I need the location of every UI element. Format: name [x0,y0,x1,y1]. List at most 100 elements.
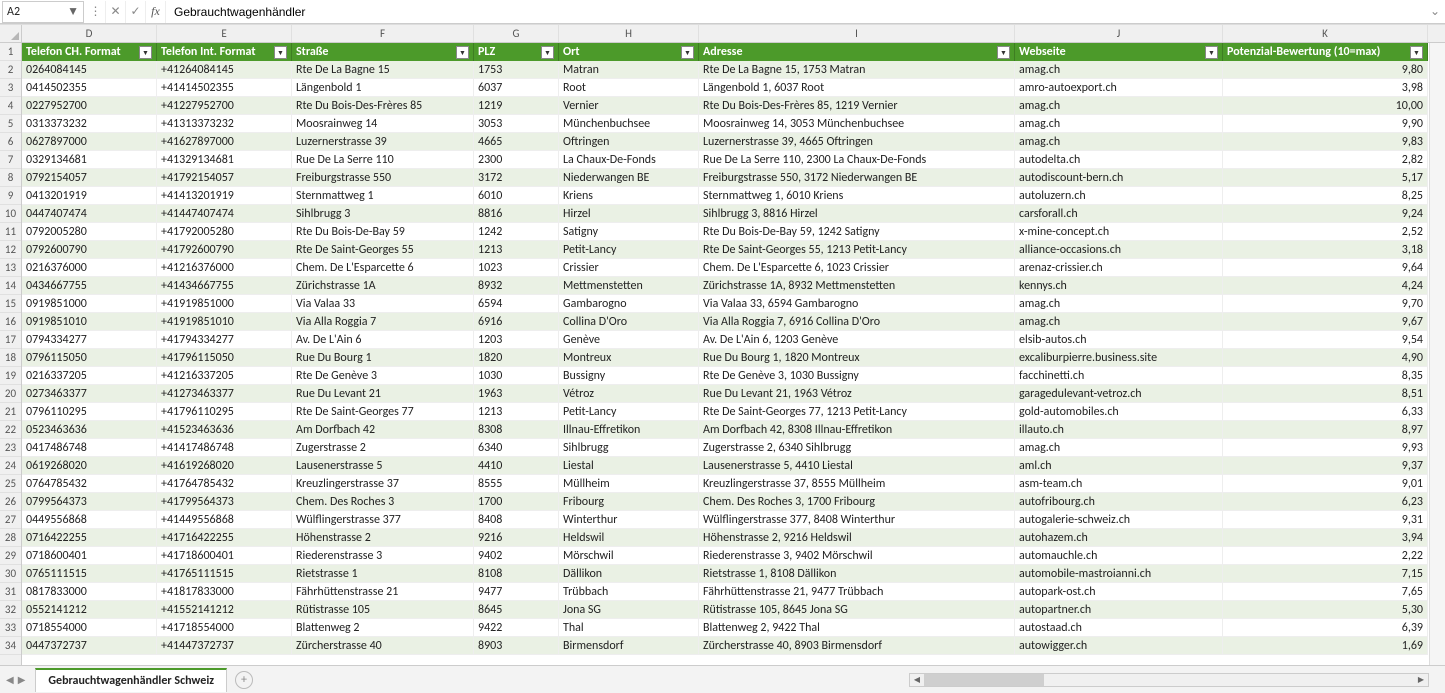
cell[interactable]: +41216376000 [157,259,292,277]
cell[interactable]: 6,33 [1223,403,1428,421]
cell[interactable]: Collina D'Oro [559,313,699,331]
scroll-left-icon[interactable]: ◀ [910,674,924,686]
cell[interactable]: Montreux [559,349,699,367]
cell[interactable]: 0794334277 [22,331,157,349]
cell[interactable]: 4,24 [1223,277,1428,295]
cell[interactable]: Av. De L'Ain 6 [292,331,474,349]
cell[interactable]: Fährhüttenstrasse 21, 9477 Trübbach [699,583,1015,601]
cell[interactable]: 1023 [474,259,559,277]
cell[interactable]: 8,51 [1223,385,1428,403]
cell[interactable]: Rte De Saint-Georges 77 [292,403,474,421]
cell[interactable]: 6,39 [1223,619,1428,637]
cell[interactable]: +41718554000 [157,619,292,637]
cell[interactable]: 2,52 [1223,223,1428,241]
filter-dropdown-icon[interactable]: ▼ [139,46,152,59]
cell[interactable]: Rte De Saint-Georges 55, 1213 Petit-Lanc… [699,241,1015,259]
cell[interactable]: Via Valaa 33, 6594 Gambarogno [699,295,1015,313]
cell[interactable]: +41313373232 [157,115,292,133]
row-header-4[interactable]: 4 [0,97,21,115]
cell[interactable]: Rte De Saint-Georges 77, 1213 Petit-Lanc… [699,403,1015,421]
row-header-29[interactable]: 29 [0,547,21,565]
row-header-2[interactable]: 2 [0,61,21,79]
cell[interactable]: +41447407474 [157,205,292,223]
cell[interactable]: automauchle.ch [1015,547,1223,565]
cell[interactable]: 3,94 [1223,529,1428,547]
cell[interactable]: Münchenbuchsee [559,115,699,133]
cell[interactable]: amro-autoexport.ch [1015,79,1223,97]
cell[interactable]: 0264084145 [22,61,157,79]
cell[interactable]: Vétroz [559,385,699,403]
row-header-20[interactable]: 20 [0,385,21,403]
cell[interactable]: 7,15 [1223,565,1428,583]
cell[interactable]: 1213 [474,403,559,421]
cell[interactable]: Rue Du Levant 21, 1963 Vétroz [699,385,1015,403]
cell[interactable]: 1242 [474,223,559,241]
column-header-G[interactable]: G [474,25,559,42]
cell[interactable]: +41792600790 [157,241,292,259]
cell[interactable]: 8816 [474,205,559,223]
cell[interactable]: +41796115050 [157,349,292,367]
column-header-J[interactable]: J [1015,25,1223,42]
cell[interactable]: Wülflingerstrasse 377 [292,511,474,529]
cell[interactable]: autodelta.ch [1015,151,1223,169]
cell[interactable]: Moosrainweg 14 [292,115,474,133]
cell[interactable]: Rte Du Bois-Des-Frères 85, 1219 Vernier [699,97,1015,115]
cell[interactable]: 9477 [474,583,559,601]
cell[interactable]: 1213 [474,241,559,259]
column-header-cell[interactable]: Telefon CH. Format▼ [22,43,157,61]
column-header-cell[interactable]: Adresse▼ [699,43,1015,61]
row-header-30[interactable]: 30 [0,565,21,583]
cell[interactable]: 6340 [474,439,559,457]
cell[interactable]: amag.ch [1015,97,1223,115]
cell[interactable]: 8645 [474,601,559,619]
cell[interactable]: 8555 [474,475,559,493]
row-header-27[interactable]: 27 [0,511,21,529]
cell[interactable]: amag.ch [1015,115,1223,133]
cell[interactable]: 1820 [474,349,559,367]
cell[interactable]: Kreuzlingerstrasse 37 [292,475,474,493]
cell[interactable]: Rte Du Bois-De-Bay 59 [292,223,474,241]
cell[interactable]: Trübbach [559,583,699,601]
cell[interactable]: 9,24 [1223,205,1428,223]
column-header-K[interactable]: K [1223,25,1428,42]
row-header-15[interactable]: 15 [0,295,21,313]
cell[interactable]: +41227952700 [157,97,292,115]
select-all-corner[interactable] [0,25,22,43]
cell[interactable]: 0792600790 [22,241,157,259]
cell[interactable]: Sihlbrugg 3 [292,205,474,223]
cell[interactable]: Rte De Genève 3, 1030 Bussigny [699,367,1015,385]
cell[interactable]: 6594 [474,295,559,313]
cell[interactable]: Riederenstrasse 3 [292,547,474,565]
cell[interactable]: Luzernerstrasse 39, 4665 Oftringen [699,133,1015,151]
cell[interactable]: Jona SG [559,601,699,619]
cell[interactable]: Via Alla Roggia 7, 6916 Collina D'Oro [699,313,1015,331]
cell[interactable]: Sternmattweg 1, 6010 Kriens [699,187,1015,205]
filter-dropdown-icon[interactable]: ▼ [997,46,1010,59]
cell[interactable]: amag.ch [1015,313,1223,331]
cell[interactable]: +41919851000 [157,295,292,313]
cell[interactable]: Crissier [559,259,699,277]
cell[interactable]: Freiburgstrasse 550, 3172 Niederwangen B… [699,169,1015,187]
cell[interactable]: +41718600401 [157,547,292,565]
cell[interactable]: amag.ch [1015,61,1223,79]
cell[interactable]: 0447372737 [22,637,157,655]
cell[interactable]: Zürcherstrasse 40 [292,637,474,655]
column-header-cell[interactable]: Telefon Int. Format▼ [157,43,292,61]
column-header-D[interactable]: D [22,25,157,42]
cell[interactable]: 9422 [474,619,559,637]
row-header-10[interactable]: 10 [0,205,21,223]
cell[interactable]: carsforall.ch [1015,205,1223,223]
cell[interactable]: 0796115050 [22,349,157,367]
cell[interactable]: Lausenerstrasse 5 [292,457,474,475]
column-header-cell[interactable]: Webseite▼ [1015,43,1223,61]
cell[interactable]: 9,54 [1223,331,1428,349]
cell[interactable]: Mörschwil [559,547,699,565]
row-header-13[interactable]: 13 [0,259,21,277]
cell[interactable]: 9,37 [1223,457,1428,475]
cell[interactable]: 7,65 [1223,583,1428,601]
cell[interactable]: 4665 [474,133,559,151]
cell[interactable]: 9,80 [1223,61,1428,79]
cell[interactable]: 1963 [474,385,559,403]
cell[interactable]: 0765111515 [22,565,157,583]
cell[interactable]: Rte Du Bois-De-Bay 59, 1242 Satigny [699,223,1015,241]
